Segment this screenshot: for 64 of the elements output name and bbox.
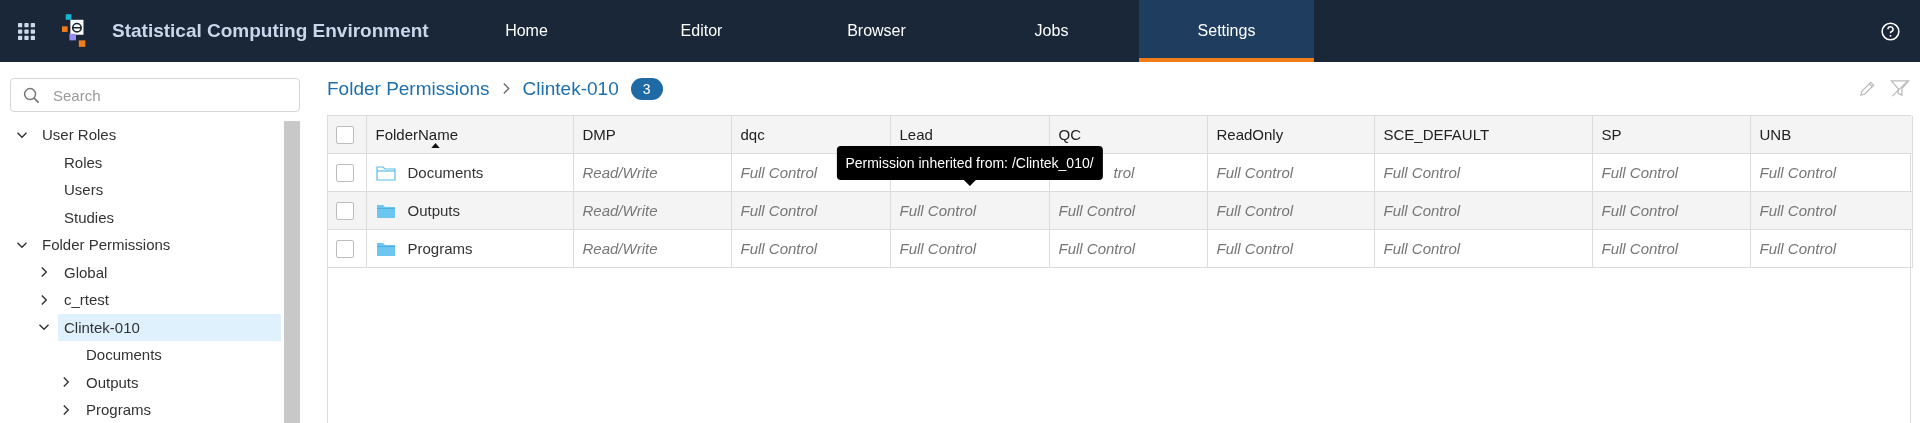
permission-value: Full Control: [1058, 240, 1136, 257]
permission-value: Full Control: [740, 202, 818, 219]
column-header[interactable]: SP: [1592, 116, 1750, 154]
column-header[interactable]: FolderName: [366, 116, 573, 154]
column-header[interactable]: DMP: [573, 116, 731, 154]
tree-item[interactable]: Studies: [58, 203, 281, 231]
permission-value: Full Control: [1383, 164, 1461, 181]
tree-item[interactable]: Folder Permissions: [36, 231, 281, 259]
scrollbar[interactable]: [284, 121, 300, 423]
permission-value: Read/Write: [582, 164, 658, 181]
permission-value: Read/Write: [582, 240, 658, 257]
breadcrumb-link[interactable]: Folder Permissions: [327, 77, 490, 100]
nav-tab[interactable]: Settings: [1139, 0, 1314, 62]
permission-value: Full Control: [1383, 240, 1461, 257]
search-icon: [23, 87, 40, 104]
tree-item[interactable]: Programs: [80, 396, 281, 423]
column-header[interactable]: dqc: [731, 116, 890, 154]
permission-value: Full Control: [899, 202, 977, 219]
column-header[interactable]: ReadOnly: [1207, 116, 1374, 154]
tree-item[interactable]: Roles: [58, 148, 281, 176]
row-checkbox[interactable]: [336, 201, 354, 220]
permission-value: Full Control: [1601, 164, 1679, 181]
help-icon[interactable]: [1881, 21, 1900, 41]
tree-item[interactable]: Users: [58, 176, 281, 204]
column-header[interactable]: QC: [1049, 116, 1207, 154]
permission-value: Full Control: [1383, 202, 1461, 219]
select-all-checkbox[interactable]: [336, 125, 354, 144]
permission-value: Full Control: [1216, 202, 1294, 219]
folder-name: Documents: [407, 164, 484, 181]
nav-tab[interactable]: Browser: [789, 0, 964, 62]
permission-value: Full Control: [740, 164, 818, 181]
search-field[interactable]: Search: [10, 78, 300, 112]
permission-value: Full Control: [1601, 240, 1679, 257]
permission-value: Full Control: [1759, 202, 1837, 219]
permission-value: Read/Write: [582, 202, 658, 219]
breadcrumb-link[interactable]: Clintek-010: [522, 77, 619, 100]
app-grid-icon[interactable]: [18, 22, 35, 40]
nav-tab[interactable]: Jobs: [964, 0, 1139, 62]
tree-item[interactable]: User Roles: [36, 121, 281, 149]
column-header[interactable]: UNB: [1750, 116, 1912, 154]
app-title: Statistical Computing Environment: [112, 20, 430, 42]
permission-value: Full Control: [1759, 240, 1837, 257]
folder-name: Outputs: [407, 202, 461, 219]
permission-value: Full Control: [1058, 202, 1136, 219]
tree-item[interactable]: Clintek-010: [58, 313, 281, 341]
permission-value: Full Control: [1216, 240, 1294, 257]
nav-tab[interactable]: Home: [439, 0, 614, 62]
folder-name: Programs: [407, 240, 473, 257]
count-badge: 3: [630, 77, 663, 100]
row-checkbox[interactable]: [336, 163, 354, 182]
chevron-right-icon: [501, 82, 511, 95]
permission-value: Full Control: [740, 240, 818, 257]
tooltip: Permission inherited from: /Clintek_010/: [836, 146, 1103, 186]
permission-value: Full Control: [899, 240, 977, 257]
column-header[interactable]: SCE_DEFAULT: [1374, 116, 1592, 154]
tree-item[interactable]: Global: [58, 258, 281, 286]
tree-item[interactable]: Outputs: [80, 368, 281, 396]
permission-value: Full Control: [1216, 164, 1294, 181]
tree-item[interactable]: Documents: [80, 341, 281, 369]
permission-value: Full Control: [1601, 202, 1679, 219]
nav-tab[interactable]: Editor: [614, 0, 789, 62]
row-checkbox[interactable]: [336, 239, 354, 258]
tree-item[interactable]: c_rtest: [58, 286, 281, 314]
permission-value: Full Control: [1759, 164, 1837, 181]
